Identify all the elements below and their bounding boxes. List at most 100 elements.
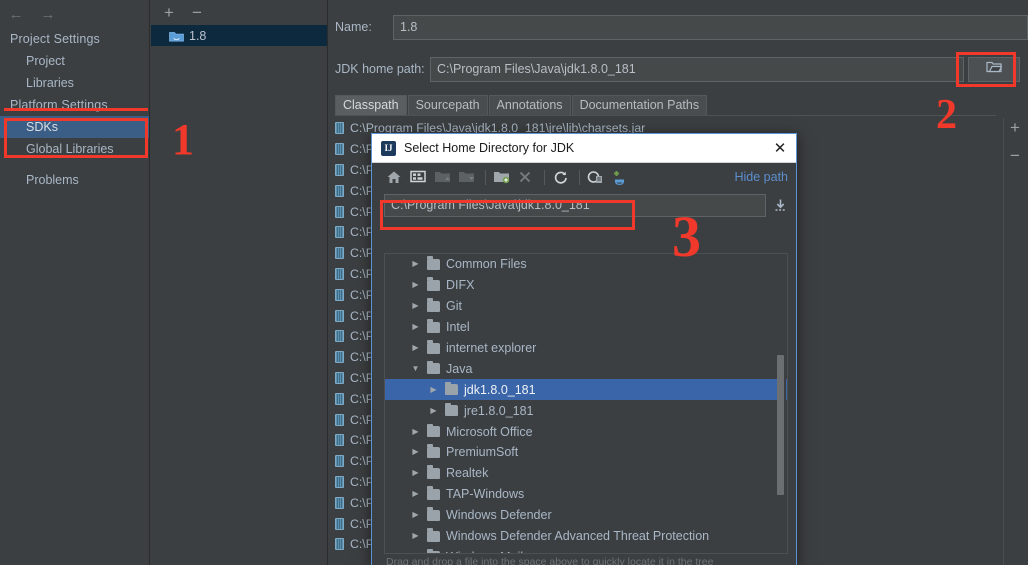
download-icon[interactable] [770, 194, 790, 216]
jar-icon [335, 371, 344, 384]
delete-icon[interactable] [515, 167, 535, 187]
directory-tree-row[interactable]: ▶ Windows Defender [385, 505, 787, 526]
jar-icon [335, 496, 344, 509]
remove-sdk-button[interactable]: − [189, 4, 205, 21]
folder-icon [427, 548, 440, 553]
dialog-tree-scrollbar[interactable] [777, 255, 786, 552]
arrow-right-icon[interactable]: → [40, 6, 56, 22]
hide-path-link[interactable]: Hide path [734, 170, 788, 184]
close-icon[interactable]: ✕ [770, 138, 790, 158]
folder-open-icon [986, 60, 1003, 78]
sidebar-item-libraries[interactable]: Libraries [0, 72, 149, 94]
directory-tree-row[interactable]: ▶ DIFX [385, 275, 787, 296]
jdk-home-path-label: JDK home path: [335, 62, 425, 76]
chevron-right-icon[interactable]: ▶ [409, 469, 422, 477]
jar-icon [335, 455, 344, 468]
folder-icon [427, 507, 440, 521]
chevron-down-icon[interactable]: ▼ [409, 364, 422, 373]
jdk-home-path-input[interactable] [430, 56, 964, 82]
sidebar-item-problems[interactable]: Problems [0, 169, 149, 191]
sidebar-group-platform-settings: Platform Settings [10, 98, 108, 112]
tab-classpath[interactable]: Classpath [335, 95, 407, 115]
add-jdk-icon[interactable] [609, 167, 629, 187]
directory-tree-row[interactable]: ▶ Microsoft Office [385, 421, 787, 442]
directory-tree-row[interactable]: ▶ Windows Mail [385, 546, 787, 553]
chevron-right-icon[interactable]: ▶ [409, 490, 422, 498]
dialog-tree-container[interactable]: ▶ Common Files ▶ DIFX ▶ Git ▶ Intel ▶ internet ex… [384, 253, 788, 554]
dialog-path-input[interactable] [384, 193, 766, 217]
jdk-folder-icon [169, 30, 184, 42]
jar-icon [335, 330, 344, 343]
home-icon[interactable] [384, 167, 404, 187]
sidebar-item-project[interactable]: Project [0, 50, 149, 72]
directory-tree-row-label: Intel [446, 320, 470, 335]
chevron-right-icon[interactable]: ▶ [427, 406, 440, 415]
new-folder-icon[interactable] [491, 167, 511, 187]
desktop-icon[interactable] [408, 167, 428, 187]
sdk-list-toolbar: + − [151, 0, 327, 25]
directory-tree-row[interactable]: ▶ Git [385, 296, 787, 317]
show-hidden-icon[interactable] [585, 167, 605, 187]
directory-tree-row-label: Microsoft Office [446, 424, 533, 439]
sidebar-nav-arrows: ← → [0, 0, 149, 28]
jar-icon [335, 122, 344, 135]
sdk-list: 1.8 [151, 25, 327, 46]
chevron-right-icon[interactable]: ▶ [427, 385, 440, 394]
browse-folder-button[interactable] [968, 56, 1020, 82]
tab-sourcepath[interactable]: Sourcepath [407, 95, 488, 115]
directory-tree-row[interactable]: ▶ Realtek [385, 463, 787, 484]
directory-tree: ▶ Common Files ▶ DIFX ▶ Git ▶ Intel ▶ internet ex… [385, 254, 787, 553]
directory-tree-row-label: jdk1.8.0_181 [464, 382, 536, 397]
chevron-right-icon[interactable]: ▶ [409, 552, 422, 553]
tab-annotations[interactable]: Annotations [488, 95, 571, 115]
chevron-right-icon[interactable]: ▶ [409, 344, 422, 352]
directory-tree-row[interactable]: ▶ internet explorer [385, 338, 787, 359]
folder-icon [427, 298, 440, 312]
directory-tree-row[interactable]: ▶ jdk1.8.0_181 [385, 379, 787, 401]
settings-sidebar: ← → Project Settings Project Libraries P… [0, 0, 150, 565]
directory-tree-row[interactable]: ▶ Intel [385, 317, 787, 338]
sidebar-item-global-libraries[interactable]: Global Libraries [0, 138, 149, 160]
directory-tree-row[interactable]: ▶ jre1.8.0_181 [385, 400, 787, 421]
directory-tree-row[interactable]: ▶ TAP-Windows [385, 484, 787, 505]
toolbar-divider [485, 169, 486, 185]
folder-icon [427, 256, 440, 270]
directory-tree-row[interactable]: ▶ Common Files [385, 254, 787, 275]
folder-icon [427, 340, 440, 354]
directory-tree-row-label: Git [446, 299, 462, 314]
directory-tree-row[interactable]: ▼ Java [385, 358, 787, 379]
dialog-toolbar: Hide path [372, 163, 796, 191]
directory-tree-row-label: internet explorer [446, 341, 537, 355]
chevron-right-icon[interactable]: ▶ [409, 260, 422, 268]
jar-icon [335, 163, 344, 176]
folder-icon [427, 319, 440, 333]
chevron-right-icon[interactable]: ▶ [409, 302, 422, 310]
folder-down-icon[interactable] [456, 167, 476, 187]
directory-tree-row-label: Common Files [446, 257, 527, 272]
chevron-right-icon[interactable]: ▶ [409, 532, 422, 540]
dialog-tree-scroll-thumb[interactable] [777, 355, 784, 495]
sdk-list-item-1-8[interactable]: 1.8 [151, 25, 327, 46]
jar-icon [335, 205, 344, 218]
toolbar-divider-2 [544, 169, 545, 185]
jar-icon [335, 184, 344, 197]
directory-tree-row[interactable]: ▶ PremiumSoft [385, 442, 787, 463]
dialog-hint-text: Drag and drop a file into the space abov… [386, 556, 714, 565]
add-classpath-button[interactable]: + [1006, 118, 1024, 136]
jar-icon [335, 247, 344, 260]
chevron-right-icon[interactable]: ▶ [409, 448, 422, 456]
refresh-icon[interactable] [550, 167, 570, 187]
folder-up-icon[interactable] [432, 167, 452, 187]
sidebar-item-sdks[interactable]: SDKs [0, 116, 149, 138]
name-input[interactable] [393, 14, 1028, 40]
chevron-right-icon[interactable]: ▶ [409, 427, 422, 436]
directory-tree-row-label: Windows Defender Advanced Threat Protect… [446, 529, 710, 544]
chevron-right-icon[interactable]: ▶ [409, 281, 422, 289]
arrow-left-icon[interactable]: ← [8, 6, 24, 22]
chevron-right-icon[interactable]: ▶ [409, 511, 422, 519]
remove-classpath-button[interactable]: − [1006, 146, 1024, 164]
directory-tree-row[interactable]: ▶ Windows Defender Advanced Threat Protec… [385, 526, 787, 547]
chevron-right-icon[interactable]: ▶ [409, 323, 422, 331]
tab-documentation-paths[interactable]: Documentation Paths [571, 95, 708, 115]
add-sdk-button[interactable]: + [161, 4, 177, 21]
